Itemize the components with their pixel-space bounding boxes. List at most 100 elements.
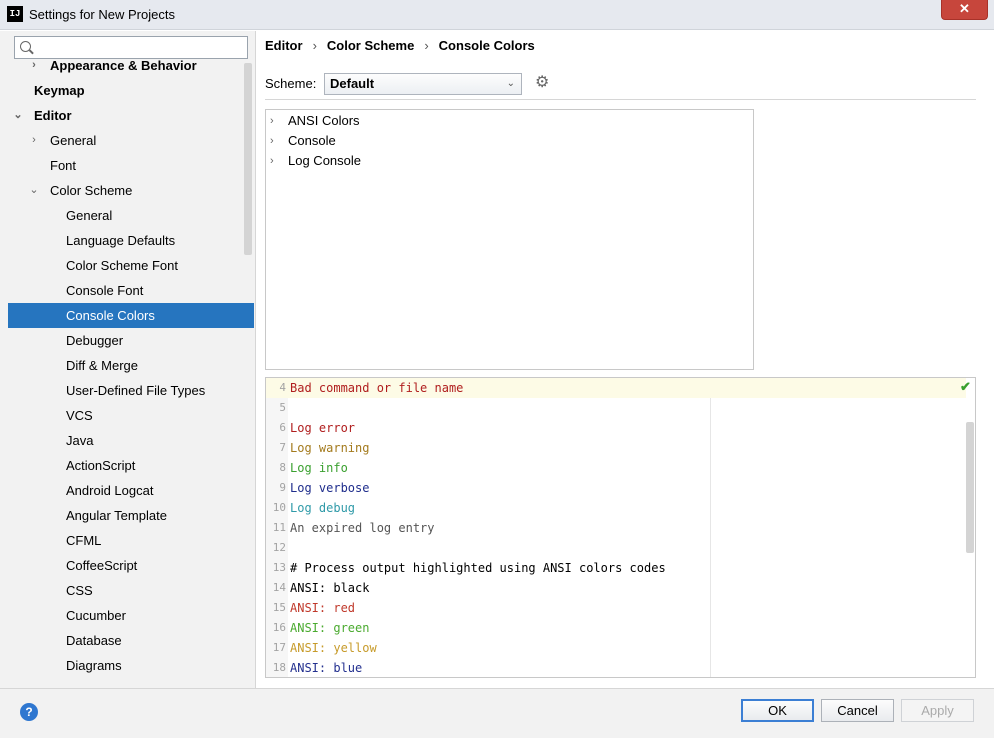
sidebar-item[interactable]: Font [8, 153, 254, 178]
sidebar-item[interactable]: ⌄ Editor [8, 103, 254, 128]
preview-line: 8 Log info [266, 458, 966, 478]
color-category-tree: › ANSI Colors › Console › Log Console [265, 109, 754, 370]
line-number: 13 [272, 561, 286, 574]
sidebar-item[interactable]: Database [8, 628, 254, 653]
preview-line: 18 ANSI: blue [266, 658, 966, 677]
search-icon [20, 41, 31, 52]
code-token: green [333, 621, 370, 635]
chevron-right-icon[interactable]: › [270, 111, 274, 131]
sidebar-item[interactable]: User-Defined File Types [8, 378, 254, 403]
sidebar-item[interactable]: Android Logcat [8, 478, 254, 503]
line-code: Bad command or file name [290, 378, 463, 398]
sidebar-item-label: Console Colors [66, 308, 155, 323]
apply-button[interactable]: Apply [901, 699, 974, 722]
line-number: 9 [279, 481, 286, 494]
sidebar-item[interactable]: CoffeeScript [8, 553, 254, 578]
sidebar-item[interactable]: › Appearance & Behavior [8, 59, 254, 78]
chevron-down-icon[interactable]: ⌄ [12, 103, 24, 128]
sidebar-item-label: Angular Template [66, 508, 167, 523]
sidebar-item[interactable]: VCS [8, 403, 254, 428]
line-code: ANSI: red [290, 598, 355, 618]
sidebar-item[interactable]: Color Scheme Font [8, 253, 254, 278]
sidebar-item[interactable]: General [8, 203, 254, 228]
sidebar-item[interactable]: ActionScript [8, 453, 254, 478]
line-number: 17 [272, 641, 286, 654]
gear-icon[interactable]: ⚙ [535, 74, 553, 92]
preview-line: 9 Log verbose [266, 478, 966, 498]
intellij-app-icon: IJ [7, 6, 23, 22]
cancel-button[interactable]: Cancel [821, 699, 894, 722]
sidebar-item[interactable]: Console Colors [8, 303, 254, 328]
sidebar-item-label: General [50, 133, 97, 148]
sidebar-item[interactable]: Console Font [8, 278, 254, 303]
line-number: 16 [272, 621, 286, 634]
code-token: ANSI: [290, 601, 334, 615]
sidebar-item[interactable]: ⌄ Color Scheme [8, 178, 254, 203]
code-token: ANSI: [290, 581, 334, 595]
sidebar-item[interactable]: › General [8, 128, 254, 153]
line-number: 12 [272, 541, 286, 554]
line-number: 15 [272, 601, 286, 614]
sidebar-item-label: ActionScript [66, 458, 136, 473]
sidebar-item[interactable]: CSS [8, 578, 254, 603]
line-number: 10 [272, 501, 286, 514]
line-code: ANSI: blue [290, 658, 363, 677]
line-number: 14 [272, 581, 286, 594]
code-token: Log warning [290, 441, 370, 455]
sidebar-item[interactable]: Diff & Merge [8, 353, 254, 378]
chevron-right-icon[interactable]: › [28, 128, 40, 153]
category-label: Log Console [288, 153, 361, 168]
code-token: yellow [333, 641, 377, 655]
preview-line: 17 ANSI: yellow [266, 638, 966, 658]
line-number: 6 [279, 421, 286, 434]
line-code: ANSI: black [290, 578, 369, 598]
line-number: 18 [272, 661, 286, 674]
sidebar-item[interactable]: Debugger [8, 328, 254, 353]
line-number: 11 [272, 521, 286, 534]
sidebar-item[interactable]: Angular Template [8, 503, 254, 528]
category-item[interactable]: › ANSI Colors [266, 111, 753, 131]
scheme-dropdown[interactable]: Default ⌄ [324, 73, 522, 95]
category-item[interactable]: › Console [266, 131, 753, 151]
sidebar-item-label: Database [66, 633, 122, 648]
sidebar-item[interactable]: Java [8, 428, 254, 453]
sidebar-item-label: VCS [66, 408, 93, 423]
sidebar-item-label: Cucumber [66, 608, 126, 623]
sidebar-item[interactable]: CFML [8, 528, 254, 553]
line-number: 7 [279, 441, 286, 454]
sidebar-item-label: Diff & Merge [66, 358, 139, 373]
chevron-right-icon[interactable]: › [270, 131, 274, 151]
window-title: Settings for New Projects [29, 7, 175, 22]
settings-search[interactable] [14, 36, 248, 59]
sidebar-item[interactable]: Language Defaults [8, 228, 254, 253]
sidebar-item[interactable]: Cucumber [8, 603, 254, 628]
sidebar-item-label: CSS [66, 583, 93, 598]
chevron-down-icon[interactable]: ⌄ [28, 178, 40, 203]
settings-search-input[interactable] [41, 39, 241, 56]
code-token: # Process output highlighted using ANSI … [290, 561, 666, 575]
window-close-button[interactable]: ✕ [941, 0, 988, 20]
title-bar: IJ Settings for New Projects ✕ [0, 0, 994, 30]
sidebar-item-label: Appearance & Behavior [50, 59, 197, 73]
sidebar-item-label: Android Logcat [66, 483, 154, 498]
breadcrumb-item-console-colors: Console Colors [438, 38, 535, 53]
category-label: ANSI Colors [288, 113, 360, 128]
preview-line: 12 [266, 538, 966, 558]
category-item[interactable]: › Log Console [266, 151, 753, 171]
chevron-right-icon[interactable]: › [270, 151, 274, 171]
chevron-right-icon[interactable]: › [28, 59, 40, 78]
code-token: An expired log entry [290, 521, 435, 535]
sidebar-item-label: Keymap [34, 83, 85, 98]
chevron-down-icon: ⌄ [506, 78, 515, 89]
code-token: blue [333, 661, 363, 675]
console-preview-editor[interactable]: 4 Bad command or file name 5 6 Log error 7 Log… [265, 377, 976, 678]
editor-scrollbar-thumb[interactable] [966, 422, 974, 553]
sidebar-item[interactable]: Diagrams [8, 653, 254, 678]
ok-button[interactable]: OK [741, 699, 814, 722]
line-code: Log verbose [290, 478, 369, 498]
sidebar-scrollbar-thumb[interactable] [244, 63, 252, 255]
sidebar-item[interactable]: Keymap [8, 78, 254, 103]
preview-line: 11 An expired log entry [266, 518, 966, 538]
help-icon[interactable]: ? [20, 703, 38, 721]
breadcrumb-item-color-scheme: Color Scheme [326, 38, 415, 53]
